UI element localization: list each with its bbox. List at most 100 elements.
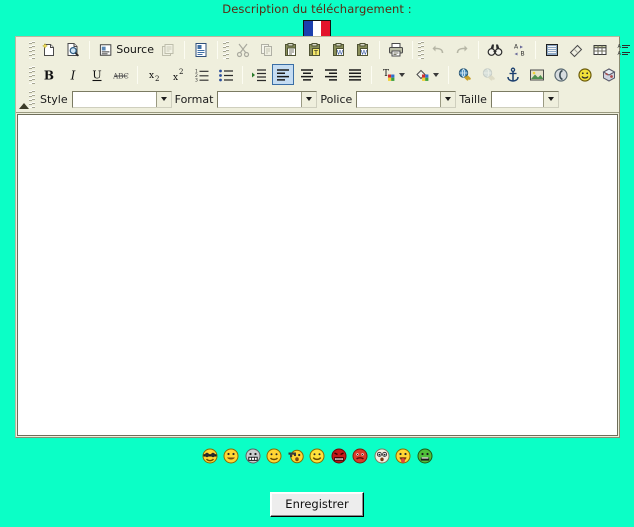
toolbar-grip-icon[interactable] bbox=[417, 40, 424, 59]
smiley-grin[interactable] bbox=[223, 448, 239, 464]
toolbar-grip-icon[interactable] bbox=[28, 65, 35, 84]
source-button-label: Source bbox=[116, 43, 154, 56]
smiley-surprised[interactable] bbox=[374, 448, 390, 464]
preview-icon bbox=[67, 42, 80, 57]
document-properties-button[interactable] bbox=[190, 39, 212, 60]
toolbar-collapse-icon[interactable] bbox=[18, 102, 30, 110]
taille-select-label: Taille bbox=[459, 92, 487, 106]
select-all-button[interactable] bbox=[541, 39, 563, 60]
toolbar-grip-icon[interactable] bbox=[222, 40, 229, 59]
svg-text:W: W bbox=[337, 48, 344, 56]
police-select-chevron-down-icon[interactable] bbox=[440, 91, 456, 107]
redo-button[interactable] bbox=[451, 39, 473, 60]
align-left-button[interactable] bbox=[272, 64, 294, 85]
smiley-cool[interactable] bbox=[202, 448, 218, 464]
source-button[interactable]: Source bbox=[95, 39, 155, 60]
svg-text:A: A bbox=[618, 44, 622, 50]
undo-button[interactable] bbox=[427, 39, 449, 60]
new-page-button[interactable] bbox=[38, 39, 60, 60]
taille-select[interactable] bbox=[490, 90, 559, 108]
svg-text:3: 3 bbox=[195, 77, 198, 83]
table-button[interactable] bbox=[589, 39, 611, 60]
smiley-happy[interactable] bbox=[309, 448, 325, 464]
numbered-list-button[interactable]: 1 2 3 bbox=[191, 64, 213, 85]
align-center-button[interactable] bbox=[296, 64, 318, 85]
text-color-button[interactable]: T bbox=[377, 64, 409, 85]
paste-text-button[interactable]: T bbox=[304, 39, 326, 60]
templates-button[interactable] bbox=[157, 39, 179, 60]
flash-icon bbox=[554, 67, 568, 82]
remove-format-button[interactable] bbox=[565, 39, 587, 60]
editor-content-area[interactable] bbox=[17, 114, 618, 436]
taille-select-chevron-down-icon[interactable] bbox=[542, 91, 558, 107]
link-button[interactable] bbox=[454, 64, 476, 85]
copy-button[interactable] bbox=[256, 39, 278, 60]
replace-button[interactable]: A B bbox=[508, 39, 530, 60]
smiley-tongue[interactable] bbox=[395, 448, 411, 464]
paste-button[interactable] bbox=[280, 39, 302, 60]
strikethrough-button[interactable]: ABC bbox=[110, 64, 132, 85]
svg-text:A: A bbox=[618, 51, 622, 57]
eraser-icon bbox=[569, 44, 583, 57]
paste-icon bbox=[285, 42, 296, 56]
toolbar-grip-icon[interactable] bbox=[28, 40, 35, 59]
paste-from-word-button[interactable]: W bbox=[352, 39, 374, 60]
printer-icon bbox=[389, 42, 403, 56]
toolbar-separator bbox=[379, 40, 380, 59]
italic-button[interactable]: I bbox=[62, 64, 84, 85]
format-select[interactable] bbox=[217, 90, 318, 108]
toolbar-separator bbox=[184, 40, 185, 59]
special-char-icon bbox=[602, 67, 616, 82]
smiley-angry[interactable] bbox=[331, 448, 347, 464]
style-select-chevron-down-icon[interactable] bbox=[155, 91, 171, 107]
indent-button[interactable] bbox=[248, 64, 270, 85]
underline-button[interactable]: U bbox=[86, 64, 108, 85]
print-button[interactable] bbox=[385, 39, 407, 60]
align-left-icon bbox=[277, 68, 289, 81]
find-button[interactable] bbox=[484, 39, 506, 60]
toolbar-separator bbox=[242, 65, 243, 84]
align-right-button[interactable] bbox=[320, 64, 342, 85]
link-globe-icon bbox=[458, 67, 471, 81]
svg-text:2: 2 bbox=[155, 75, 159, 83]
toolbar-separator bbox=[137, 65, 138, 84]
svg-text:A: A bbox=[514, 43, 519, 50]
superscript-icon: x 2 bbox=[173, 68, 183, 83]
police-select[interactable] bbox=[356, 90, 457, 108]
superscript-button[interactable]: x 2 bbox=[167, 64, 189, 85]
smiley-gun[interactable] bbox=[288, 448, 304, 464]
bulleted-list-button[interactable] bbox=[215, 64, 237, 85]
unlink-button[interactable] bbox=[478, 64, 500, 85]
special-char-button[interactable] bbox=[598, 64, 620, 85]
align-justify-button[interactable] bbox=[344, 64, 366, 85]
smiley-button[interactable] bbox=[574, 64, 596, 85]
format-select-chevron-down-icon[interactable] bbox=[301, 91, 317, 107]
save-button[interactable]: Enregistrer bbox=[270, 492, 364, 517]
anchor-button[interactable] bbox=[502, 64, 524, 85]
definition-list-button[interactable]: A A bbox=[613, 39, 634, 60]
copy-icon bbox=[261, 43, 272, 56]
align-center-icon bbox=[301, 68, 313, 81]
background-color-button[interactable] bbox=[411, 64, 443, 85]
svg-text:2: 2 bbox=[179, 68, 183, 76]
chevron-down-icon[interactable] bbox=[433, 72, 439, 77]
page-title: Description du téléchargement : bbox=[222, 2, 412, 16]
flash-button[interactable] bbox=[550, 64, 572, 85]
paste-from-word-icon: W bbox=[357, 42, 368, 56]
subscript-button[interactable]: x 2 bbox=[143, 64, 165, 85]
select-all-icon bbox=[546, 43, 558, 56]
preview-button[interactable] bbox=[62, 39, 84, 60]
smiley-teeth[interactable] bbox=[245, 448, 261, 464]
undo-icon bbox=[432, 45, 444, 53]
paste-word-button[interactable]: W bbox=[328, 39, 350, 60]
smiley-mad[interactable] bbox=[352, 448, 368, 464]
image-button[interactable] bbox=[526, 64, 548, 85]
smiley-smile[interactable] bbox=[266, 448, 282, 464]
bold-button[interactable]: B bbox=[38, 64, 60, 85]
style-select[interactable] bbox=[71, 90, 172, 108]
svg-text:B: B bbox=[521, 50, 525, 57]
cut-button[interactable] bbox=[232, 39, 254, 60]
chevron-down-icon[interactable] bbox=[399, 72, 405, 77]
toolbar-separator bbox=[371, 65, 372, 84]
smiley-sick[interactable] bbox=[417, 448, 433, 464]
